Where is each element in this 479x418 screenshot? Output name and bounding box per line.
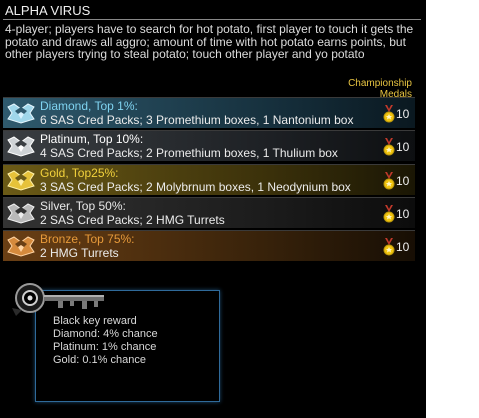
tier-reward: 3 SAS Cred Packs; 2 Molybrnum boxes, 1 N… [40,180,351,194]
medal-count: 10 [396,140,410,154]
gold-rank-icon [7,170,35,191]
medal-icon [383,172,395,190]
bronze-rank-icon [7,236,35,257]
medal-icon [383,138,395,156]
diamond-rank-icon [7,103,35,124]
event-title: ALPHA VIRUS [5,3,91,18]
tier-name: Silver, Top 50%: [40,199,126,213]
reward-tier-gold: Gold, Top25%: 3 SAS Cred Packs; 2 Molybr… [3,164,415,195]
reward-tier-bronze: Bronze, Top 75%: 2 HMG Turrets 10 [3,230,415,261]
medal-icon [383,205,395,223]
black-key-platinum-chance: Platinum: 1% chance [53,341,157,353]
tier-name: Gold, Top25%: [40,166,119,180]
event-panel: ALPHA VIRUS 4-player; players have to se… [0,0,426,270]
medal-count: 10 [396,174,410,188]
event-description: 4-player; players have to search for hot… [5,22,414,61]
tier-name: Diamond, Top 1%: [40,99,138,113]
tier-name: Bronze, Top 75%: [40,232,135,246]
medal-count: 10 [396,207,410,221]
reward-tier-diamond: Diamond, Top 1%: 6 SAS Cred Packs; 3 Pro… [3,97,415,128]
medal-icon [383,105,395,123]
medal-count: 10 [396,240,410,254]
tier-reward: 2 HMG Turrets [40,246,119,260]
reward-tier-platinum: Platinum, Top 10%: 4 SAS Cred Packs; 2 P… [3,130,415,161]
title-divider [3,19,421,20]
tier-reward: 4 SAS Cred Packs; 2 Promethium boxes, 1 … [40,146,338,160]
tier-reward: 2 SAS Cred Packs; 2 HMG Turrets [40,213,225,227]
tier-name: Platinum, Top 10%: [40,132,144,146]
reward-tier-silver: Silver, Top 50%: 2 SAS Cred Packs; 2 HMG… [3,197,415,228]
medal-count: 10 [396,107,410,121]
black-key-diamond-chance: Diamond: 4% chance [53,328,158,340]
silver-rank-icon [7,203,35,224]
medal-icon [383,238,395,256]
black-key-reward-text: Black key reward Diamond: 4% chance Plat… [53,315,158,367]
tier-reward: 6 SAS Cred Packs; 3 Promethium boxes, 1 … [40,113,354,127]
platinum-rank-icon [7,136,35,157]
black-key-gold-chance: Gold: 0.1% chance [53,354,146,366]
black-key-icon [12,283,104,316]
